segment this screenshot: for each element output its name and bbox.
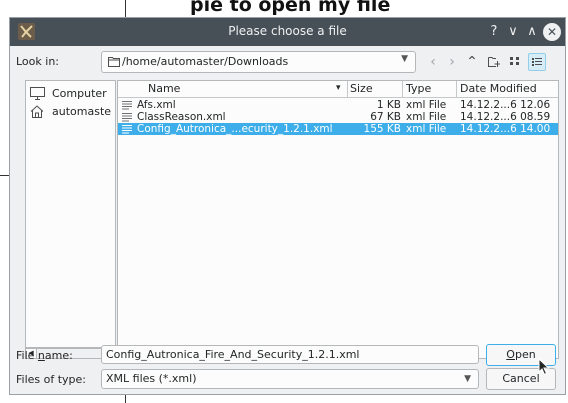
minimize-button[interactable]: ∨ — [504, 23, 522, 41]
home-icon — [30, 105, 44, 118]
file-size: 67 KB — [370, 111, 401, 123]
lookin-path: /home/automaster/Downloads — [122, 55, 289, 68]
column-header-size[interactable]: Size — [350, 82, 373, 97]
chevron-down-icon: ▼ — [464, 374, 471, 384]
list-view-button[interactable] — [507, 53, 525, 71]
file-row-selected[interactable]: Config_Autronica_...ecurity_1.2.1.xml 15… — [118, 123, 558, 135]
filetype-label: Files of type: — [16, 373, 87, 386]
places-sidebar: Computer automaste — [25, 80, 116, 348]
chevron-down-icon: ▼ — [401, 54, 408, 64]
column-header-name[interactable]: Name — [148, 82, 180, 97]
forward-button[interactable]: › — [442, 52, 462, 72]
help-button[interactable]: ? — [485, 23, 503, 41]
file-name: Afs.xml — [137, 99, 176, 111]
filename-label-part: File — [16, 349, 38, 362]
column-divider — [402, 81, 403, 97]
file-type: xml File — [406, 99, 447, 111]
filetype-combo[interactable]: XML files (*.xml) ▼ — [101, 369, 479, 389]
dialog-title: Please choose a file — [228, 24, 347, 38]
sort-indicator-icon: ▾ — [336, 83, 341, 93]
backdrop-title: pie to open my file — [190, 0, 391, 16]
file-dialog: Please choose a file ? ∨ ∧ ✕ Look in: /h… — [9, 17, 566, 395]
file-name: ClassReason.xml — [137, 111, 226, 123]
backdrop-border — [125, 395, 126, 403]
new-folder-button[interactable] — [484, 52, 504, 72]
text-file-icon — [122, 113, 132, 122]
lookin-combo[interactable]: /home/automaster/Downloads ▼ — [101, 51, 416, 73]
file-modified: 14.12.2...6 14.00 — [460, 123, 551, 135]
file-modified: 14.12.2...6 12.06 — [460, 99, 551, 111]
filetype-value: XML files (*.xml) — [106, 372, 197, 385]
file-name: Config_Autronica_...ecurity_1.2.1.xml — [137, 123, 333, 135]
file-list-header: Name ▾ Size Type Date Modified — [118, 81, 558, 98]
text-file-icon — [122, 125, 132, 134]
detail-view-button[interactable] — [528, 53, 546, 71]
lookin-label: Look in: — [16, 55, 59, 68]
column-header-type[interactable]: Type — [406, 82, 431, 97]
backdrop-window: pie to open my file — [0, 0, 568, 16]
file-size: 1 KB — [376, 99, 401, 111]
mouse-cursor-icon — [538, 358, 550, 376]
file-row[interactable]: ClassReason.xml 67 KB xml File 14.12.2..… — [118, 111, 558, 123]
column-header-modified[interactable]: Date Modified — [460, 82, 537, 97]
filename-input[interactable]: Config_Autronica_Fire_And_Security_1.2.1… — [101, 345, 479, 364]
file-type: xml File — [406, 123, 447, 135]
maximize-button[interactable]: ∧ — [523, 23, 541, 41]
filename-value: Config_Autronica_Fire_And_Security_1.2.1… — [106, 348, 360, 361]
column-divider — [456, 81, 457, 97]
detail-view-icon — [532, 58, 542, 66]
back-button[interactable]: ‹ — [423, 52, 443, 72]
text-file-icon — [122, 101, 132, 110]
folder-icon — [108, 57, 120, 67]
file-modified: 14.12.2...6 08.59 — [460, 111, 551, 123]
close-button[interactable]: ✕ — [543, 23, 561, 41]
filename-label: File name: — [16, 349, 73, 362]
file-row[interactable]: Afs.xml 1 KB xml File 14.12.2...6 12.06 — [118, 99, 558, 111]
backdrop-border — [125, 0, 126, 17]
backdrop-border — [0, 175, 9, 176]
filename-label-part: ame: — [44, 349, 73, 362]
open-button-mnemonic: O — [506, 348, 515, 361]
sidebar-item-label: automaste — [52, 105, 112, 118]
titlebar[interactable]: Please choose a file ? ∨ ∧ ✕ — [10, 18, 565, 46]
file-type: xml File — [406, 111, 447, 123]
filename-label-mnemonic: n — [37, 349, 45, 362]
column-divider — [347, 81, 348, 97]
parent-dir-button[interactable]: ⌃ — [462, 52, 482, 72]
sidebar-item-label: Computer — [52, 87, 107, 100]
file-size: 155 KB — [363, 123, 401, 135]
file-list: Name ▾ Size Type Date Modified Afs.xml 1… — [117, 80, 559, 359]
computer-icon — [30, 87, 45, 100]
list-view-icon — [510, 57, 519, 65]
new-folder-icon — [488, 57, 500, 67]
open-button-label: pen — [514, 348, 536, 361]
